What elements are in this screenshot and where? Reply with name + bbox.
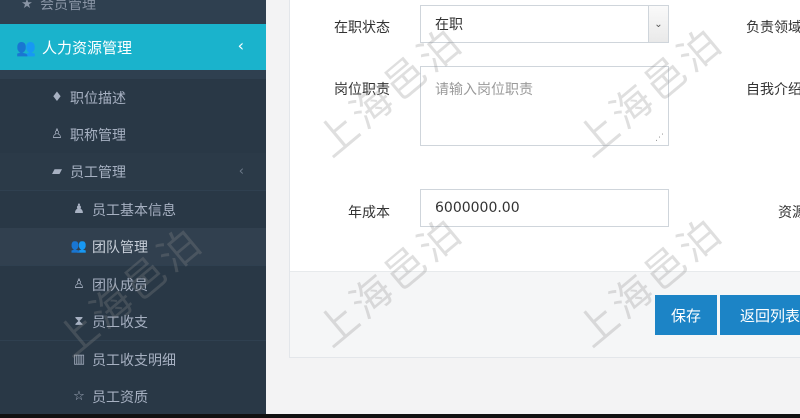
duty-label: 岗位职责 bbox=[334, 82, 390, 98]
users-icon: 👥 bbox=[70, 239, 88, 254]
sidebar-subitem-label: 团队管理 bbox=[92, 239, 148, 256]
sidebar: ★ 会员管理 👥 人力资源管理 ‹ ♦ 职位描述 ♙ 职称管理 ▰ 员工管理 ‹… bbox=[0, 0, 266, 418]
responsible-area-label: 负责领域 bbox=[746, 20, 800, 36]
chevron-down-icon[interactable]: ⌄ bbox=[648, 6, 668, 42]
star-icon: ☆ bbox=[73, 389, 85, 404]
user-outline-icon: ♙ bbox=[73, 277, 85, 292]
user-icon: ♟ bbox=[73, 202, 85, 217]
sidebar-item-label: 职称管理 bbox=[70, 127, 126, 144]
sidebar-item-position[interactable]: ♦ 职位描述 bbox=[0, 79, 266, 116]
main-content: 在职状态 在职 ⌄ 负责领域 岗位职责 请输入岗位职责 ⋰ 自我介绍 年成本 6… bbox=[266, 0, 800, 418]
status-value: 在职 bbox=[435, 17, 463, 33]
sidebar-subitem-team-members[interactable]: ♙ 团队成员 bbox=[0, 266, 266, 303]
sidebar-subitem-staff-qualification[interactable]: ☆ 员工资质 bbox=[0, 378, 266, 415]
sidebar-subitem-label: 员工收支明细 bbox=[92, 352, 176, 369]
cost-value: 6000000.00 bbox=[435, 200, 520, 216]
users-icon: 👥 bbox=[16, 37, 36, 57]
star-icon: ★ bbox=[21, 0, 33, 12]
map-icon: ▥ bbox=[72, 352, 86, 367]
resource-label: 资源 bbox=[778, 205, 800, 221]
chevron-left-icon: ‹ bbox=[238, 164, 244, 179]
sidebar-subitem-team[interactable]: 👥 团队管理 bbox=[0, 228, 266, 265]
duty-placeholder: 请输入岗位职责 bbox=[435, 82, 533, 98]
sidebar-subitem-label: 团队成员 bbox=[92, 277, 148, 294]
lock-icon: ▰ bbox=[52, 164, 62, 179]
bottom-bar bbox=[0, 414, 800, 418]
sidebar-subitem-label: 员工收支 bbox=[92, 314, 148, 331]
sidebar-subitem-staff-info[interactable]: ♟ 员工基本信息 bbox=[0, 191, 266, 228]
status-select[interactable]: 在职 ⌄ bbox=[420, 5, 669, 43]
sidebar-subitem-label: 员工资质 bbox=[92, 389, 148, 406]
hourglass-icon: ⧗ bbox=[74, 314, 84, 329]
form-panel: 在职状态 在职 ⌄ 负责领域 岗位职责 请输入岗位职责 ⋰ 自我介绍 年成本 6… bbox=[289, 0, 800, 358]
intro-label: 自我介绍 bbox=[746, 82, 800, 98]
cost-input[interactable]: 6000000.00 bbox=[420, 189, 669, 227]
sidebar-subitem-staff-finance[interactable]: ⧗ 员工收支 bbox=[0, 303, 266, 340]
back-to-list-button[interactable]: 返回列表 bbox=[720, 295, 800, 335]
chevron-left-icon: ‹ bbox=[237, 36, 244, 55]
resize-handle-icon[interactable]: ⋰ bbox=[655, 133, 664, 143]
sidebar-item-staff[interactable]: ▰ 员工管理 ‹ bbox=[0, 153, 266, 190]
sidebar-item-label: 会员管理 bbox=[40, 0, 96, 13]
sidebar-item-hr[interactable]: 👥 人力资源管理 ‹ bbox=[0, 24, 266, 70]
sidebar-item-label: 职位描述 bbox=[70, 90, 126, 107]
status-label: 在职状态 bbox=[334, 20, 390, 36]
sidebar-subitem-staff-finance-detail[interactable]: ▥ 员工收支明细 bbox=[0, 341, 266, 378]
save-button[interactable]: 保存 bbox=[655, 295, 717, 335]
sidebar-subitem-label: 员工基本信息 bbox=[92, 202, 176, 219]
diamond-icon: ♦ bbox=[51, 90, 63, 105]
cost-label: 年成本 bbox=[348, 205, 390, 221]
sidebar-item-title[interactable]: ♙ 职称管理 bbox=[0, 116, 266, 153]
sidebar-item-label: 员工管理 bbox=[70, 164, 126, 181]
sidebar-item-label: 人力资源管理 bbox=[42, 38, 133, 57]
sidebar-item-member[interactable]: ★ 会员管理 bbox=[0, 0, 266, 16]
user-outline-icon: ♙ bbox=[51, 127, 63, 142]
duty-textarea[interactable]: 请输入岗位职责 ⋰ bbox=[420, 66, 669, 146]
